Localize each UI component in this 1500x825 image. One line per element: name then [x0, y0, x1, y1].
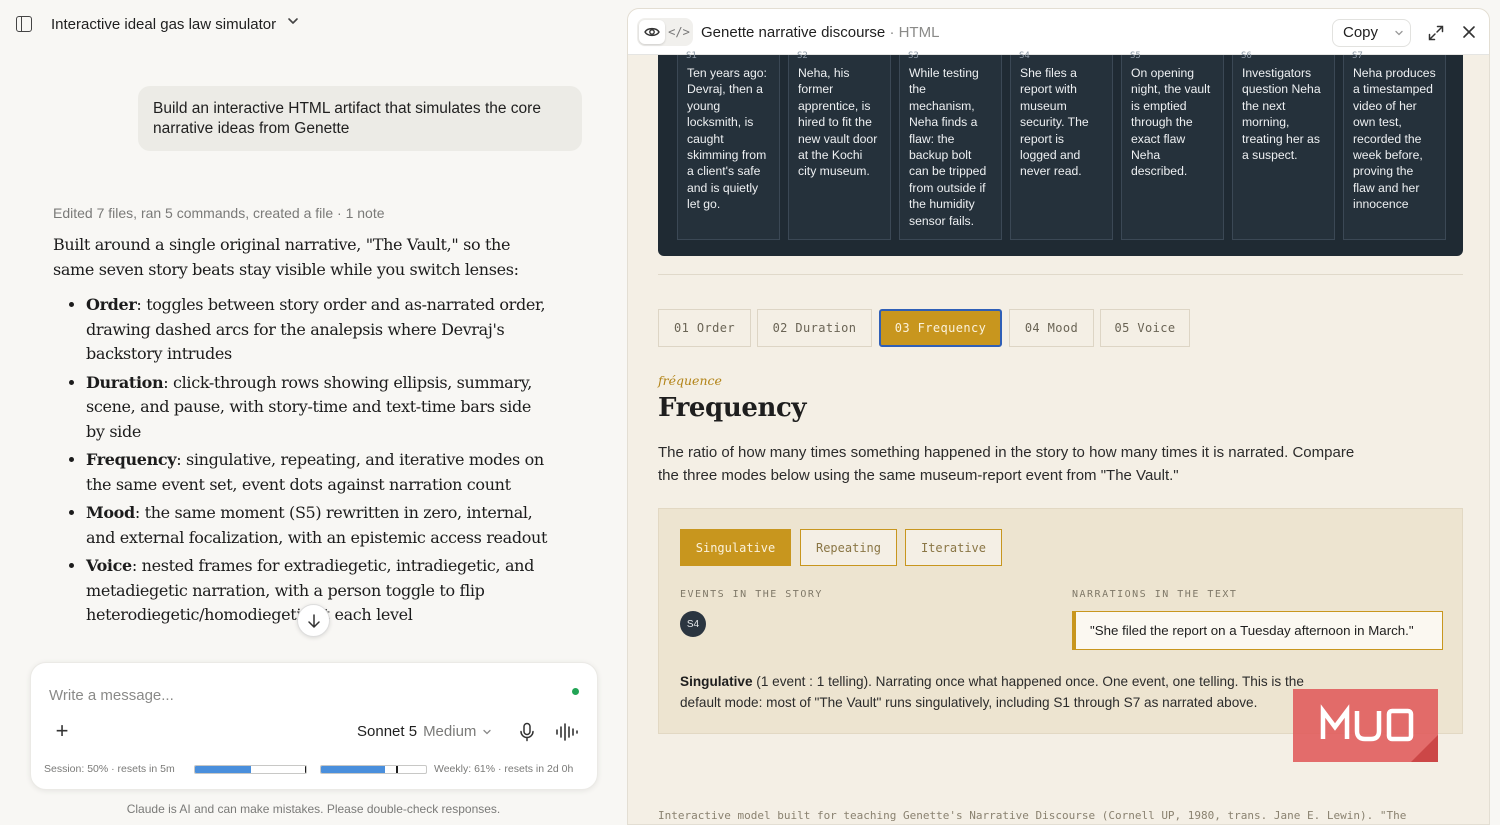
- artifact-title: Genette narrative discourse · HTML: [701, 24, 939, 41]
- mode-explanation: Singulative (1 event : 1 telling). Narra…: [680, 671, 1340, 713]
- lens-kicker: fréquence: [658, 373, 722, 388]
- beat-text: Investigators question Neha the next mor…: [1242, 66, 1321, 163]
- list-item: Duration: click-through rows showing ell…: [86, 371, 553, 445]
- list-item-term: Order: [86, 295, 137, 314]
- story-beat[interactable]: S2 Neha, his former apprentice, is hired …: [788, 51, 891, 240]
- eye-icon: [644, 27, 660, 37]
- mode-iterative-button[interactable]: Iterative: [905, 529, 1002, 566]
- divider: [658, 274, 1463, 275]
- story-beat[interactable]: S5 On opening night, the vault is emptied…: [1121, 51, 1224, 240]
- usage-meter: Session: 50% · resets in 5m Weekly: 61% …: [44, 763, 589, 777]
- copy-button[interactable]: Copy: [1333, 20, 1388, 46]
- mode-repeating-button[interactable]: Repeating: [800, 529, 897, 566]
- chat-pane: Interactive ideal gas law simulator Buil…: [0, 0, 627, 825]
- beat-id: S7: [1352, 51, 1363, 61]
- story-beat[interactable]: S4 She files a report with museum securit…: [1010, 51, 1113, 240]
- beat-text: On opening night, the vault is emptied t…: [1131, 66, 1211, 179]
- explanation-term: Singulative: [680, 674, 753, 689]
- chat-header: Interactive ideal gas law simulator: [0, 0, 627, 50]
- tab-voice[interactable]: 05 Voice: [1100, 309, 1190, 347]
- response-intro: Built around a single original narrative…: [53, 235, 519, 279]
- beat-text: She files a report with museum security.…: [1020, 66, 1089, 179]
- chevron-down-icon: [483, 729, 492, 734]
- beat-id: S6: [1241, 51, 1252, 61]
- footer-note: Interactive model built for teaching Gen…: [658, 809, 1407, 822]
- weekly-usage-label: Weekly: 61% · resets in 2d 0h: [434, 763, 574, 775]
- session-usage-bar: [194, 765, 307, 774]
- event-dot[interactable]: S4: [680, 611, 706, 637]
- user-message: Build an interactive HTML artifact that …: [138, 86, 582, 151]
- session-usage-marker: [305, 766, 306, 773]
- session-usage-fill: [195, 766, 251, 773]
- chat-title[interactable]: Interactive ideal gas law simulator: [51, 16, 276, 33]
- story-beat[interactable]: S7 Neha produces a timestamped video of h…: [1343, 51, 1446, 240]
- expand-icon[interactable]: [1428, 25, 1444, 41]
- story-beat[interactable]: S6 Investigators question Neha the next m…: [1232, 51, 1335, 240]
- narrations-label: NARRATIONS IN THE TEXT: [1072, 589, 1238, 600]
- list-item-term: Duration: [86, 372, 164, 392]
- weekly-usage-fill: [321, 766, 386, 773]
- tab-order[interactable]: 01 Order: [658, 309, 751, 347]
- story-beat[interactable]: S1 Ten years ago: Devraj, then a young lo…: [677, 51, 780, 240]
- list-item: Order: toggles between story order and a…: [86, 293, 553, 367]
- weekly-usage-marker: [396, 766, 398, 773]
- voice-mode-icon[interactable]: [555, 723, 579, 741]
- beat-id: S2: [797, 51, 808, 61]
- microphone-icon[interactable]: [518, 722, 536, 742]
- narration-quote: "She filed the report on a Tuesday after…: [1072, 611, 1443, 650]
- list-item-term: Mood: [86, 503, 135, 522]
- story-beat[interactable]: S3 While testing the mechanism, Neha find…: [899, 51, 1002, 240]
- beat-text: Neha, his former apprentice, is hired to…: [798, 66, 878, 179]
- model-selector[interactable]: Sonnet 5 Medium: [357, 723, 492, 740]
- beat-id: S3: [908, 51, 919, 61]
- add-attachment-button[interactable]: +: [51, 720, 73, 743]
- status-indicator: [572, 688, 579, 695]
- copy-group: Copy: [1332, 19, 1411, 47]
- beat-text: While testing the mechanism, Neha finds …: [909, 66, 987, 228]
- story-timeline: S1 Ten years ago: Devraj, then a young lo…: [658, 51, 1463, 256]
- view-toggle: </>: [637, 18, 693, 46]
- code-view-button[interactable]: </>: [667, 20, 691, 44]
- list-item-text: : toggles between story order and as-nar…: [86, 295, 546, 363]
- assistant-response: Built around a single original narrative…: [53, 233, 553, 632]
- lens-list: Order: toggles between story order and a…: [86, 293, 553, 628]
- tab-mood[interactable]: 04 Mood: [1009, 309, 1094, 347]
- list-item-term: Voice: [86, 556, 132, 575]
- lens-description: The ratio of how many times something ha…: [658, 444, 1355, 484]
- message-input[interactable]: [49, 681, 529, 709]
- list-item: Mood: the same moment (S5) rewritten in …: [86, 501, 553, 550]
- artifact-name: Genette narrative discourse: [701, 24, 886, 41]
- beat-text: Neha produces a timestamped video of her…: [1353, 66, 1436, 212]
- list-item-term: Frequency: [86, 450, 177, 469]
- close-icon[interactable]: [1462, 25, 1476, 39]
- scroll-to-bottom-button[interactable]: [297, 604, 330, 637]
- events-label: EVENTS IN THE STORY: [680, 589, 823, 600]
- chevron-down-icon[interactable]: [1393, 27, 1405, 39]
- weekly-usage-bar: [320, 765, 427, 774]
- arrow-down-icon: [307, 613, 320, 628]
- beat-id: S1: [686, 51, 697, 61]
- mode-singulative-button[interactable]: Singulative: [680, 529, 791, 566]
- tab-frequency[interactable]: 03 Frequency: [879, 309, 1002, 347]
- preview-button[interactable]: [639, 20, 665, 44]
- activity-summary[interactable]: Edited 7 files, ran 5 commands, created …: [53, 205, 385, 221]
- tab-duration[interactable]: 02 Duration: [757, 309, 872, 347]
- lens-heading: Frequency: [658, 393, 807, 423]
- list-item-text: : the same moment (S5) rewritten in zero…: [86, 503, 548, 547]
- muo-watermark-logo: [1293, 689, 1438, 762]
- disclaimer: Claude is AI and can make mistakes. Plea…: [126, 802, 501, 816]
- artifact-type: · HTML: [889, 24, 940, 41]
- list-item: Frequency: singulative, repeating, and i…: [86, 448, 553, 497]
- model-effort: Medium: [423, 723, 477, 740]
- model-name: Sonnet 5: [357, 723, 418, 740]
- beat-id: S5: [1130, 51, 1141, 61]
- explanation-text: (1 event : 1 telling). Narrating once wh…: [680, 674, 1304, 710]
- code-icon: </>: [668, 25, 690, 39]
- session-usage-label: Session: 50% · resets in 5m: [44, 763, 175, 775]
- sidebar-toggle-icon[interactable]: [16, 16, 32, 32]
- chevron-down-icon[interactable]: [286, 14, 300, 28]
- beat-id: S4: [1019, 51, 1030, 61]
- message-composer: + Sonnet 5 Medium Session: 50% · resets …: [30, 662, 598, 790]
- beat-text: Ten years ago: Devraj, then a young lock…: [687, 66, 767, 212]
